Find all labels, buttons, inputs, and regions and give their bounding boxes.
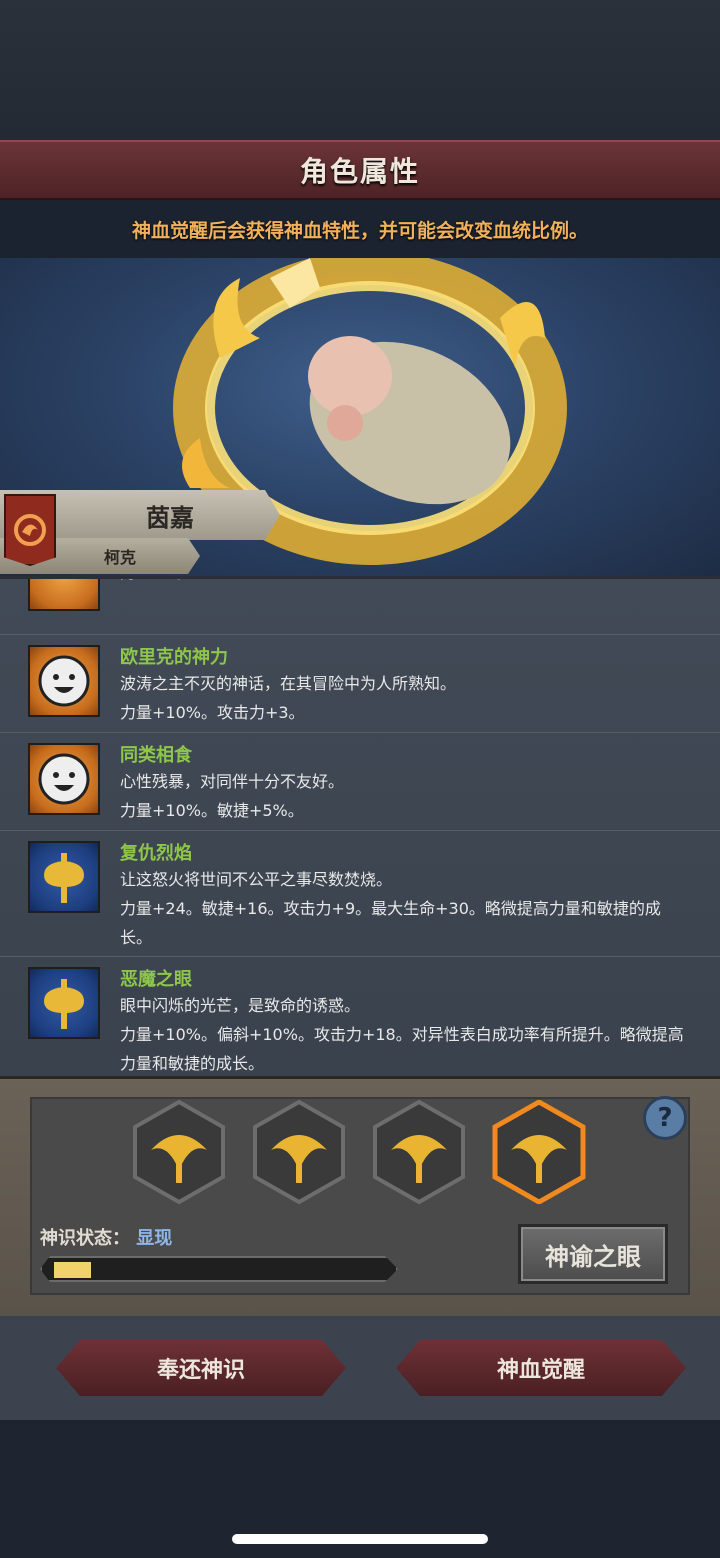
golden-axe-icon — [28, 967, 100, 1039]
trait-item: 欧里克的神力 波涛之主不灭的神话，在其冒险中为人所熟知。 力量+10%。攻击力+… — [0, 635, 720, 733]
trait-name: 复仇烈焰 — [120, 843, 192, 864]
trait-item: 同类相食 心性残暴，对同伴十分不友好。 力量+10%。敏捷+5%。 — [0, 733, 720, 831]
golden-trident-icon — [253, 1099, 345, 1205]
divine-progress-bar — [40, 1256, 398, 1282]
question-mark-icon: ? — [657, 1103, 673, 1133]
divine-slot-1[interactable] — [131, 1099, 227, 1205]
page-title: 角色属性 — [299, 155, 420, 188]
subtitle-bar: 神血觉醒后会获得神血特性，并可能会改变血统比例。 — [0, 200, 720, 258]
golden-axe-icon — [28, 841, 100, 913]
house-banner-icon — [4, 494, 56, 566]
golden-trident-icon — [492, 1099, 586, 1205]
top-backdrop — [0, 0, 720, 140]
divine-slot-3[interactable] — [371, 1099, 467, 1205]
golden-trident-icon — [133, 1099, 225, 1205]
help-button[interactable]: ? — [643, 1096, 687, 1140]
smiley-face-icon — [28, 579, 100, 611]
golden-trident-icon — [373, 1099, 465, 1205]
divine-blood-awaken-button[interactable]: 神血觉醒 — [396, 1340, 686, 1396]
smiley-face-icon — [28, 743, 100, 815]
trait-effects: 力量+24。敏捷+16。攻击力+9。最大生命+30。略微提高力量和敏捷的成长。 — [120, 899, 661, 947]
trait-name: 同类相食 — [120, 745, 192, 766]
trait-description: 波涛之主不灭的神话，在其冒险中为人所熟知。 — [120, 674, 457, 693]
trait-name: 恶魔之眼 — [120, 969, 192, 990]
trait-description: 让这怒火将世间不公平之事尽数焚烧。 — [120, 870, 393, 889]
trait-effects: 力量+5。 — [120, 579, 690, 587]
oracle-eye-button[interactable]: 神谕之眼 — [518, 1224, 668, 1284]
divine-status-label: 神识状态： — [40, 1228, 130, 1249]
page-subtitle: 神血觉醒后会获得神血特性，并可能会改变血统比例。 — [131, 219, 588, 242]
character-name: 茵嘉 — [146, 503, 194, 532]
trait-effects: 力量+10%。敏捷+5%。 — [120, 801, 304, 820]
divine-slot-2[interactable] — [251, 1099, 347, 1205]
trait-item: 恶魔之眼 眼中闪烁的光芒，是致命的诱惑。 力量+10%。偏斜+10%。攻击力+1… — [0, 957, 720, 1076]
title-bar: 角色属性 — [0, 140, 720, 200]
divine-progress-fill — [54, 1262, 91, 1278]
home-indicator[interactable] — [232, 1534, 488, 1544]
phoenix-emblem-icon — [14, 514, 46, 546]
trait-item: 复仇烈焰 让这怒火将世间不公平之事尽数焚烧。 力量+24。敏捷+16。攻击力+9… — [0, 831, 720, 957]
trait-effects: 力量+10%。偏斜+10%。攻击力+18。对异性表白成功率有所提升。略微提高力量… — [120, 1025, 684, 1073]
trait-name: 欧里克的神力 — [120, 647, 228, 668]
trait-item: 力量+5。 — [0, 579, 720, 635]
trait-list[interactable]: 力量+5。 欧里克的神力 波涛之主不灭的神话，在其冒险中为人所熟知。 力量+10… — [0, 576, 720, 1076]
return-divinity-button[interactable]: 奉还神识 — [56, 1340, 346, 1396]
character-house: 柯克 — [103, 548, 136, 567]
smiley-face-icon — [28, 645, 100, 717]
trait-description: 心性残暴，对同伴十分不友好。 — [120, 772, 345, 791]
divine-status: 神识状态： 显现 — [40, 1224, 172, 1250]
divine-status-value: 显现 — [136, 1228, 173, 1249]
trait-effects: 力量+10%。攻击力+3。 — [120, 703, 305, 722]
divine-slot-4-selected[interactable] — [491, 1099, 587, 1205]
trait-description: 眼中闪烁的光芒，是致命的诱惑。 — [120, 996, 361, 1015]
